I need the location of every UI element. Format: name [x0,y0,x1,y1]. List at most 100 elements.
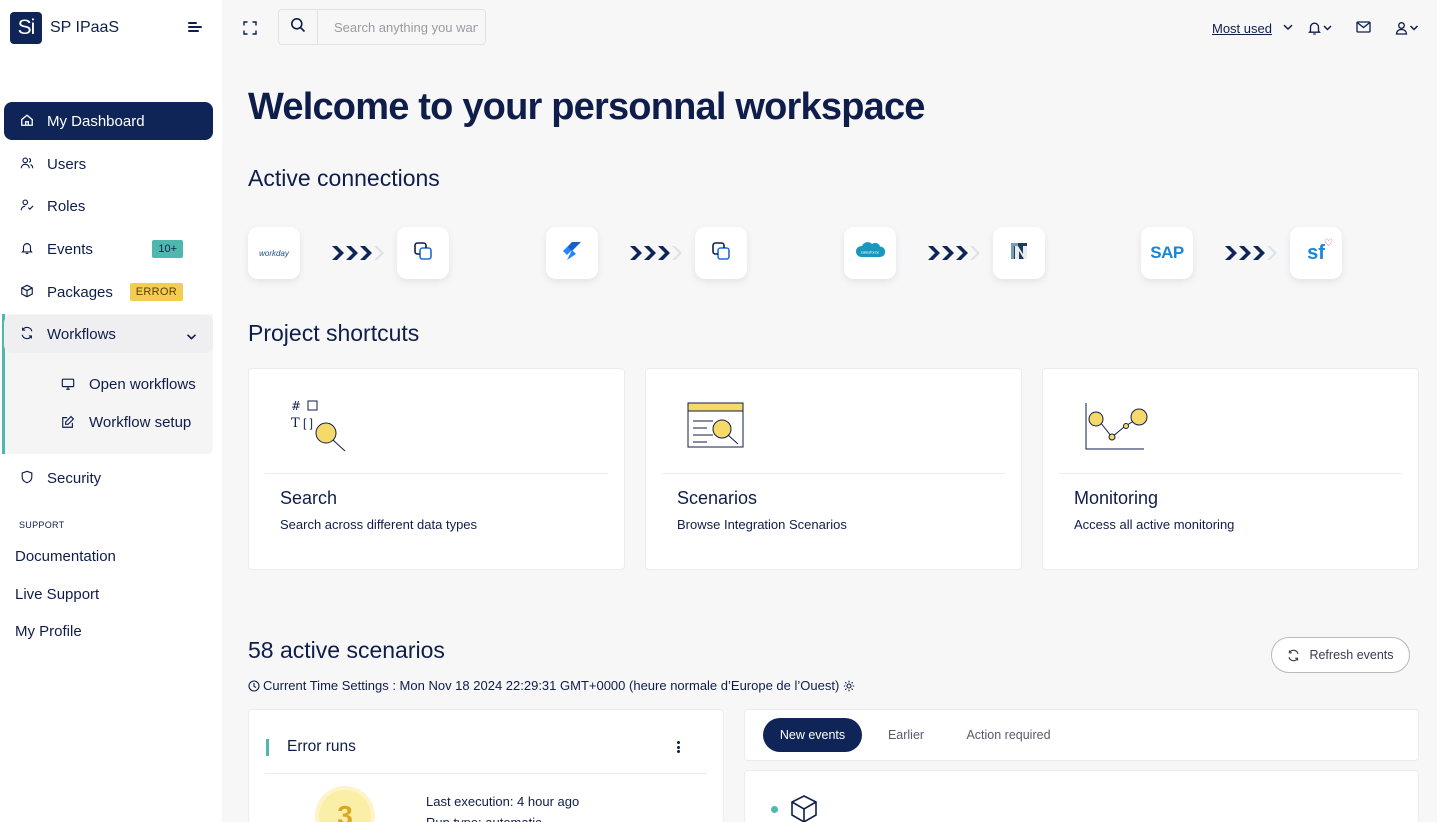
sap-logo: SAP [1150,243,1184,262]
sidebar-item-users[interactable]: Users [4,145,213,183]
card-subtitle: Browse Integration Scenarios [677,517,847,532]
live-support-link[interactable]: Live Support [15,586,99,603]
time-settings-text: Current Time Settings : Mon Nov 18 2024 … [263,678,840,693]
more-options-icon[interactable] [675,740,681,754]
workday-app-tile[interactable]: workday [248,227,300,279]
sidebar-item-label: Security [47,469,102,487]
card-title: Monitoring [1074,488,1159,508]
salesforce-logo-icon: salesforce [854,240,886,267]
netsuite-app-tile[interactable] [993,227,1045,279]
search-input[interactable] [318,10,478,44]
search-button[interactable] [279,10,318,44]
sidebar-item-label: Packages [47,283,113,301]
search-illustration-icon: # T[ ] [287,397,357,457]
tab-earlier[interactable]: Earlier [876,718,936,752]
sidebar-item-label: Roles [47,197,86,215]
search-shortcut-card[interactable]: # T[ ] Search Search across different dat… [248,368,625,570]
connection-arrows-icon [630,244,682,262]
workday-logo: workday [259,248,289,258]
sidebar-item-workflows[interactable]: Workflows [4,315,213,353]
card-subtitle: Access all active monitoring [1074,517,1235,532]
sf-logo: sf ♡ [1307,237,1333,264]
refresh-icon [20,326,36,342]
card-subtitle: Search across different data types [280,517,478,532]
brand-name: SP IPaaS [50,19,120,36]
salesforce-app-tile[interactable]: salesforce [844,227,896,279]
refresh-icon [1287,649,1300,662]
events-count-badge: 10+ [152,240,183,258]
error-runs-title: Error runs [287,738,356,755]
sidebar-item-security[interactable]: Security [4,459,213,497]
svg-text:#: # [291,399,301,413]
copy-app-tile[interactable] [397,227,449,279]
run-type-text: Run type: automatic [426,815,542,822]
netsuite-logo-icon [1009,241,1029,266]
jira-logo-icon [561,240,583,267]
successfactors-app-tile[interactable]: sf ♡ [1290,227,1342,279]
error-runs-panel: Error runs 3 Last execution: 4 hour ago … [248,709,724,822]
clock-icon [248,679,260,692]
unread-dot [771,806,778,813]
settings-gear-icon[interactable] [843,680,855,692]
copy-app-icon [710,240,732,267]
event-list-panel [744,770,1419,822]
sidebar-item-label: Users [47,155,87,173]
active-connections-title: Active connections [248,165,440,191]
scenarios-illustration-icon [686,397,756,457]
refresh-events-button[interactable]: Refresh events [1271,637,1410,673]
time-settings: Current Time Settings : Mon Nov 18 2024 … [248,678,855,693]
sidebar-item-open-workflows[interactable]: Open workflows [61,376,196,393]
collapse-sidebar-icon[interactable] [188,22,204,36]
chevron-down-icon [186,328,197,345]
sidebar-item-label: Events [47,240,93,258]
copy-app-tile[interactable] [695,227,747,279]
search-box [278,9,486,45]
connection-arrows-icon [1225,244,1277,262]
package-event-icon [789,794,819,822]
edit-icon [61,415,77,431]
search-icon [290,17,306,38]
sidebar-item-workflow-setup[interactable]: Workflow setup [61,414,191,431]
jira-app-tile[interactable] [546,227,598,279]
sidebar-item-label: Workflows [47,325,116,343]
card-title: Search [280,488,338,508]
sidebar-item-my-dashboard[interactable]: My Dashboard [4,102,213,140]
brand[interactable]: Si SP IPaaS [10,12,119,44]
sidebar-item-roles[interactable]: Roles [4,187,213,225]
copy-app-icon [412,240,434,267]
sidebar-item-label: Workflow setup [89,414,192,431]
shield-icon [20,470,36,486]
svg-text:[ ]: [ ] [303,416,313,430]
sidebar-item-events[interactable]: Events 10+ [4,230,213,268]
home-icon [20,113,36,129]
mail-icon[interactable] [1356,21,1371,33]
sidebar: Si SP IPaaS My Dashboard Users Roles Eve… [0,0,222,822]
connection-arrows-icon [332,244,384,262]
documentation-link[interactable]: Documentation [15,548,116,565]
bell-icon [20,241,36,257]
scenarios-shortcut-card[interactable]: Scenarios Browse Integration Scenarios [645,368,1022,570]
sidebar-item-label: My Dashboard [47,112,145,130]
svg-text:salesforce: salesforce [861,249,880,254]
user-menu-icon[interactable] [1395,21,1419,35]
active-scenarios-title: 58 active scenarios [248,637,445,663]
sidebar-item-packages[interactable]: Packages ERROR [4,273,213,311]
my-profile-link[interactable]: My Profile [15,623,82,640]
users-icon [20,156,36,172]
fullscreen-icon[interactable] [243,21,257,35]
project-shortcuts-title: Project shortcuts [248,320,420,346]
monitoring-shortcut-card[interactable]: Monitoring Access all active monitoring [1042,368,1419,570]
sap-app-tile[interactable]: SAP [1141,227,1193,279]
tab-action-required[interactable]: Action required [956,718,1061,752]
notifications-icon[interactable] [1308,21,1332,35]
packages-error-badge: ERROR [129,283,183,301]
error-count-badge: 3 [315,786,375,822]
tab-new-events[interactable]: New events [763,718,862,752]
brand-logo: Si [10,12,42,44]
package-icon [20,284,36,300]
card-title: Scenarios [677,488,758,508]
most-used-chevron-icon[interactable] [1283,24,1293,31]
monitor-icon [61,377,77,393]
most-used-dropdown[interactable]: Most used [1212,21,1272,36]
page-title: Welcome to your personnal workspace [248,86,925,128]
